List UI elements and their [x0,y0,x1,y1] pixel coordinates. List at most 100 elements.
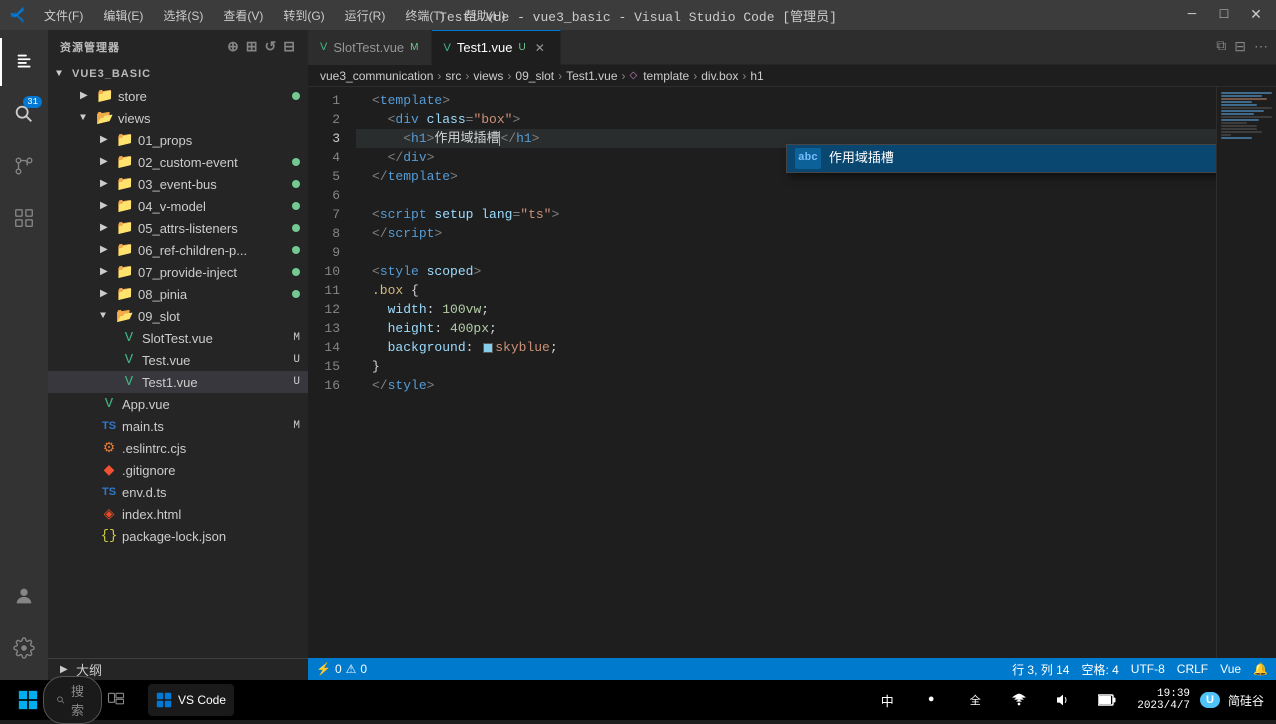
ln-7: 7 [308,205,348,224]
tray-ime-zh[interactable]: 中 [867,681,907,719]
more-actions-icon[interactable]: ⋯ [1254,39,1268,56]
status-line-col[interactable]: 行 3, 列 14 [1012,661,1069,678]
tree-test1[interactable]: V Test1.vue U [48,371,308,393]
token: class [419,110,466,129]
error-icon: ⚡ [316,662,331,676]
token: style [380,262,419,281]
tree-07provide[interactable]: ▶ 📁 07_provide-inject [48,261,308,283]
clock-display: 19:39 2023/4/7 [1137,688,1190,712]
breadcrumb-divbox[interactable]: div.box [701,69,738,83]
breadcrumb-views[interactable]: views [473,69,503,83]
status-eol-text: CRLF [1177,662,1208,676]
tray-ime-mode[interactable]: 全 [955,681,995,719]
collapse-icon[interactable]: ⊟ [283,38,296,55]
status-language[interactable]: Vue [1220,662,1241,676]
close-button[interactable]: ✕ [1246,7,1266,24]
activity-git[interactable] [0,142,48,190]
tree-views[interactable]: ▼ 📂 views [48,107,308,129]
explorer-icon [14,51,36,73]
tree-indexhtml[interactable]: ◈ index.html [48,503,308,525]
mini-line-14 [1221,131,1262,133]
tree-05attrs[interactable]: ▶ 📁 05_attrs-listeners [48,217,308,239]
tray-battery[interactable] [1087,681,1127,719]
views-label: views [118,111,308,126]
maximize-button[interactable]: □ [1214,7,1234,24]
menu-file[interactable]: 文件(F) [36,5,91,26]
vscode-taskbar-item[interactable]: VS Code [148,684,234,716]
activity-search[interactable]: 31 [0,90,48,138]
menu-select[interactable]: 选择(S) [155,5,211,26]
refresh-icon[interactable]: ↺ [265,38,278,55]
tree-gitignore[interactable]: ◆ .gitignore [48,459,308,481]
tree-08pinia[interactable]: ▶ 📁 08_pinia [48,283,308,305]
activity-explorer[interactable] [0,38,48,86]
breadcrumb-09slot[interactable]: 09_slot [515,69,554,83]
tree-01props[interactable]: ▶ 📁 01_props [48,129,308,151]
breadcrumb-vue3comm[interactable]: vue3_communication [320,69,433,83]
split-editor-icon[interactable]: ⧉ [1216,39,1226,55]
sep4: › [558,69,562,83]
breadcrumb-h1[interactable]: h1 [750,69,763,83]
search-taskbar-button[interactable]: 搜索 [52,681,92,719]
tray-ime-full[interactable]: ● [911,681,951,719]
taskbar-clock[interactable]: 19:39 2023/4/7 [1131,688,1196,712]
activity-extensions[interactable] [0,194,48,242]
taskview-button[interactable] [96,681,136,719]
status-encoding[interactable]: UTF-8 [1131,662,1165,676]
test1-tab-close[interactable]: ✕ [532,41,548,55]
autocomplete-dropdown[interactable]: abc 作用域插槽 [786,144,1216,173]
tree-04vmodel[interactable]: ▶ 📁 04_v-model [48,195,308,217]
tree-03event[interactable]: ▶ 📁 03_event-bus [48,173,308,195]
04vmodel-arrow: ▶ [100,200,116,212]
menu-goto[interactable]: 转到(G) [275,5,332,26]
tree-test[interactable]: V Test.vue U [48,349,308,371]
status-eol[interactable]: CRLF [1177,662,1208,676]
activity-settings[interactable] [0,624,48,672]
toggle-panel-icon[interactable]: ⊟ [1234,39,1246,56]
tray-network[interactable] [999,681,1039,719]
tree-store[interactable]: ▶ 📁 store [48,85,308,107]
tree-slottest[interactable]: V SlotTest.vue M [48,327,308,349]
03event-icon: 📁 [116,175,134,193]
menu-edit[interactable]: 编辑(E) [95,5,151,26]
new-folder-icon[interactable]: ⊞ [246,38,259,55]
tab-test1[interactable]: V Test1.vue U ✕ [432,30,561,65]
tree-06ref[interactable]: ▶ 📁 06_ref-children-p... [48,239,308,261]
token: </ [500,129,516,148]
tree-envdts[interactable]: TS env.d.ts [48,481,308,503]
tree-root[interactable]: ▼ VUE3_BASIC [48,63,308,85]
tree-appvue[interactable]: V App.vue [48,393,308,415]
02custom-label: 02_custom-event [138,155,292,170]
code-line-1: <template> [356,91,1216,110]
minimize-button[interactable]: ─ [1182,7,1202,24]
code-line-8: </script> [356,224,1216,243]
tab-slottest[interactable]: V SlotTest.vue M [308,30,432,65]
tree-pkglock[interactable]: {} package-lock.json [48,525,308,547]
taskbar: 搜索 VS Code 中 ● 全 [0,680,1276,720]
status-indent[interactable]: 空格: 4 [1081,661,1118,678]
tray-volume[interactable] [1043,681,1083,719]
test1-tab-icon: V [444,42,451,54]
warning-count: 0 [360,662,367,676]
tree-eslint[interactable]: ⚙ .eslintrc.cjs [48,437,308,459]
maints-icon: TS [100,417,118,435]
taskbar-search-box[interactable]: 搜索 [43,676,102,724]
breadcrumb-test1vue[interactable]: Test1.vue [566,69,617,83]
breadcrumb-src[interactable]: src [445,69,461,83]
autocomplete-item-0[interactable]: abc 作用域插槽 [787,145,1216,172]
tree-09slot[interactable]: ▼ 📂 09_slot [48,305,308,327]
tree-maints[interactable]: TS main.ts M [48,415,308,437]
menu-view[interactable]: 查看(V) [215,5,271,26]
code-editor[interactable]: <template> <div class="box"> <h1>作用域插槽</… [356,87,1216,658]
mini-line-4 [1221,101,1252,103]
status-errors[interactable]: ⚡ 0 ⚠ 0 [316,662,367,676]
status-notifications[interactable]: 🔔 [1253,662,1268,676]
new-file-icon[interactable]: ⊕ [227,38,240,55]
menu-run[interactable]: 运行(R) [337,5,394,26]
ln-4: 4 [308,148,348,167]
store-label: store [118,89,292,104]
breadcrumb-template[interactable]: template [643,69,689,83]
token: ; [550,338,558,357]
tree-02custom[interactable]: ▶ 📁 02_custom-event [48,151,308,173]
activity-account[interactable] [0,572,48,620]
